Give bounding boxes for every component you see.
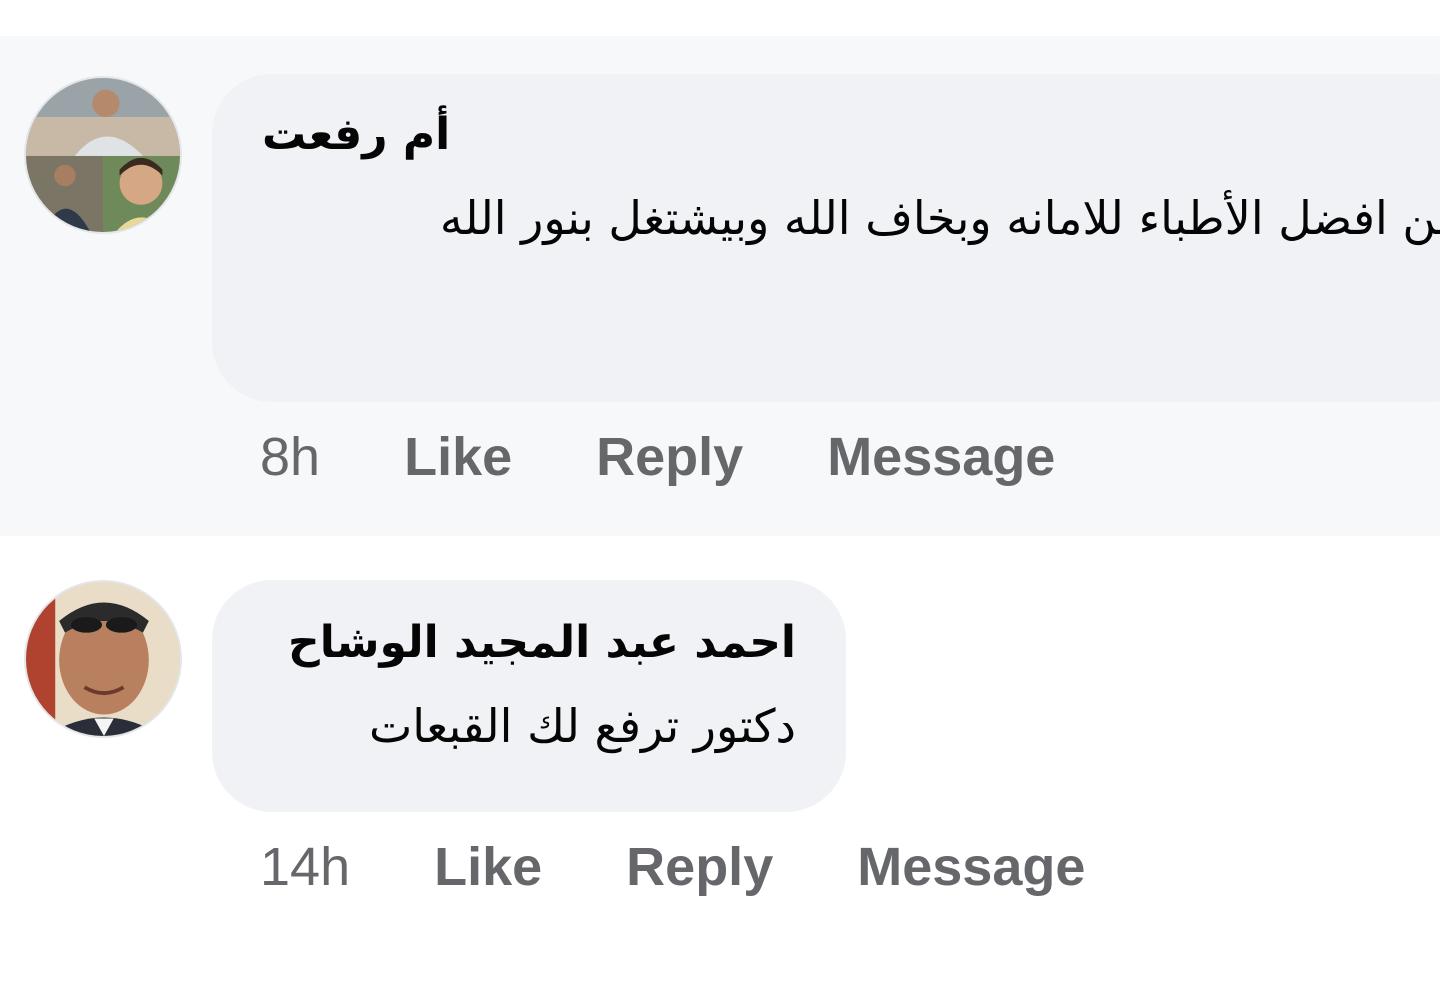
comment-item: احمد عبد المجيد الوشاح دكتور ترفع لك الق… bbox=[0, 536, 1440, 983]
comment-timestamp[interactable]: 8h bbox=[260, 426, 320, 488]
avatar[interactable] bbox=[24, 580, 182, 738]
avatar[interactable] bbox=[24, 76, 182, 234]
message-button[interactable]: Message bbox=[857, 836, 1085, 898]
comment-author[interactable]: احمد عبد المجيد الوشاح bbox=[262, 610, 796, 676]
comments-page: أم رفعت من افضل الأطباء للامانه وبخاف ال… bbox=[0, 0, 1440, 983]
comment-timestamp[interactable]: 14h bbox=[260, 836, 350, 898]
like-button[interactable]: Like bbox=[404, 426, 512, 488]
comment-item: أم رفعت من افضل الأطباء للامانه وبخاف ال… bbox=[0, 36, 1440, 536]
comment-author[interactable]: أم رفعت bbox=[262, 102, 1440, 168]
message-button[interactable]: Message bbox=[827, 426, 1055, 488]
comment-actions: 8h Like Reply Message bbox=[260, 426, 1139, 488]
like-button[interactable]: Like bbox=[434, 836, 542, 898]
comment-bubble: أم رفعت من افضل الأطباء للامانه وبخاف ال… bbox=[212, 74, 1440, 402]
reply-button[interactable]: Reply bbox=[626, 836, 773, 898]
comment-text: دكتور ترفع لك القبعات bbox=[368, 699, 796, 753]
reply-button[interactable]: Reply bbox=[596, 426, 743, 488]
comment-actions: 14h Like Reply Message bbox=[260, 836, 1169, 898]
comment-text: من افضل الأطباء للامانه وبخاف الله وبيشت… bbox=[439, 191, 1440, 245]
comment-bubble: احمد عبد المجيد الوشاح دكتور ترفع لك الق… bbox=[212, 580, 846, 812]
